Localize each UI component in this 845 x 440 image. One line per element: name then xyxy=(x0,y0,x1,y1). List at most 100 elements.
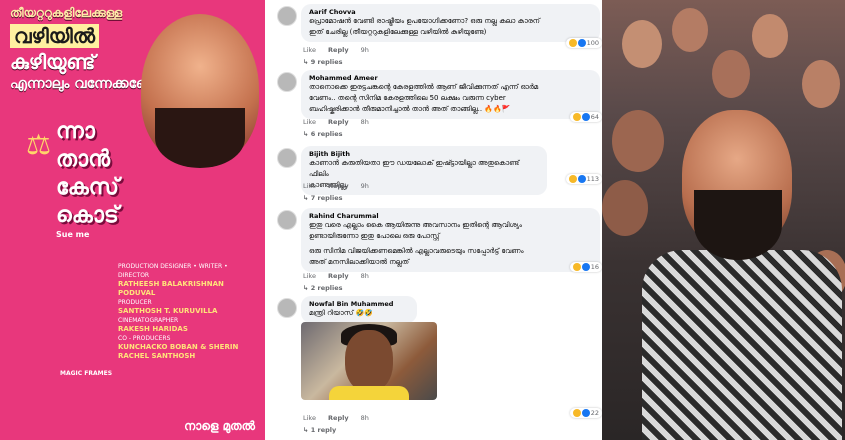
comment-text: ബഹിഷ്കരിക്കാൻ തീരുമാനിച്ചാൽ താൻ അത് താങ്… xyxy=(309,105,511,113)
view-replies-link[interactable]: ↳ 2 replies xyxy=(303,284,343,292)
avatar[interactable] xyxy=(277,210,297,230)
reaction-count[interactable]: 64 xyxy=(569,112,602,122)
timestamp[interactable]: 8h xyxy=(361,118,369,126)
credit-role: PRODUCER xyxy=(118,299,152,306)
like-button[interactable]: Like xyxy=(303,272,316,280)
haha-reaction-icon xyxy=(572,263,581,271)
reply-button[interactable]: Reply xyxy=(328,272,349,280)
comment-text: അത് മനസിലാക്കിയാൽ നല്ലത് xyxy=(309,258,410,266)
poster-tagline-2: വഴിയിൽ xyxy=(10,24,99,48)
title-line-3: കേസ് xyxy=(56,175,119,200)
reply-button[interactable]: Reply xyxy=(328,46,349,54)
movie-title: ന്നാ താൻ കേസ് കൊട് Sue me xyxy=(56,118,206,258)
credit-role: CINEMATOGRAPHER xyxy=(118,317,179,324)
haha-reaction-icon xyxy=(568,39,577,47)
crowd-face xyxy=(602,180,648,236)
selfie-photo xyxy=(602,0,845,440)
comment-text: മന്ത്രി റിയാസ് 🤣🤣 xyxy=(309,309,373,317)
comment-text: കാണാൻ കരുതിയതാ ഈ ഡയലോക് ഇഷ്ട്ടായില്ലാ അത… xyxy=(309,159,520,178)
comment-actions: Like Reply 9h xyxy=(303,46,379,54)
comment-bubble: Mohammed Ameer താനൊക്കെ ഇരട്ടചങ്കന്റെ കേ… xyxy=(301,70,600,119)
comment-text: ഇത് ചേരില്ല (തീയറ്ററുകളിലേക്കുള്ള വഴിയിൽ… xyxy=(309,28,487,36)
crowd-face xyxy=(612,110,664,172)
reaction-count[interactable]: 16 xyxy=(569,262,602,272)
title-line-1: ന്നാ xyxy=(56,119,95,144)
crowd-face xyxy=(712,50,750,98)
commenter-name[interactable]: Nowfal Bin Muhammed xyxy=(309,300,409,308)
credit-name: KUNCHACKO BOBAN & SHERIN RACHEL SANTHOSH xyxy=(118,343,239,360)
poster-tagline-4: എന്നാലും വന്നേക്കണേ xyxy=(10,76,155,92)
meme-gif[interactable] xyxy=(301,322,437,400)
crowd-face xyxy=(752,14,788,58)
avatar[interactable] xyxy=(277,6,297,26)
comment-actions: Like Reply 8h xyxy=(303,272,379,280)
crowd-face xyxy=(622,20,662,68)
credit-name: RAKESH HARIDAS xyxy=(118,325,188,333)
title-line-4: കൊട് xyxy=(56,203,119,228)
timestamp[interactable]: 9h xyxy=(361,182,369,190)
studio-logo: MAGIC FRAMES xyxy=(60,370,113,377)
reaction-count[interactable]: 113 xyxy=(565,174,602,184)
timestamp[interactable]: 8h xyxy=(361,272,369,280)
view-replies-link[interactable]: ↳ 1 reply xyxy=(303,426,336,434)
comment-actions: Like Reply 8h xyxy=(303,118,379,126)
credit-role: PRODUCTION DESIGNER • WRITER • DIRECTOR xyxy=(118,263,228,279)
reaction-count[interactable]: 100 xyxy=(565,38,602,48)
movie-poster: തീയറ്ററുകളിലേക്കുള്ള വഴിയിൽ കുഴിയുണ്ട് എ… xyxy=(0,0,265,440)
like-reaction-icon xyxy=(581,113,590,121)
credit-name: RATHEESH BALAKRISHNAN PODUVAL xyxy=(118,280,224,297)
facebook-comments-panel: Aarif Chovva പ്രൊമോഷൻ വേണ്ടി രാഷ്ട്രീയം … xyxy=(265,0,602,440)
reaction-count[interactable]: 22 xyxy=(569,408,602,418)
like-reaction-icon xyxy=(581,263,590,271)
commenter-name[interactable]: Rahind Charummal xyxy=(309,212,592,220)
like-button[interactable]: Like xyxy=(303,118,316,126)
view-replies-link[interactable]: ↳ 7 replies xyxy=(303,194,343,202)
like-reaction-icon xyxy=(581,409,590,417)
movie-subtitle: Sue me xyxy=(56,230,90,239)
commenter-name[interactable]: Bijith Bijith xyxy=(309,150,539,158)
comment-bubble: Aarif Chovva പ്രൊമോഷൻ വേണ്ടി രാഷ്ട്രീയം … xyxy=(301,4,600,42)
reply-button[interactable]: Reply xyxy=(328,414,349,422)
reply-button[interactable]: Reply xyxy=(328,118,349,126)
view-replies-link[interactable]: ↳ 6 replies xyxy=(303,130,343,138)
avatar[interactable] xyxy=(277,298,297,318)
comment-text: താനൊക്കെ ഇരട്ടചങ്കന്റെ കേരളത്തിൽ ആണ് ജീവ… xyxy=(309,83,539,91)
crowd-face xyxy=(672,8,708,52)
man-beard xyxy=(694,190,782,260)
commenter-name[interactable]: Mohammed Ameer xyxy=(309,74,592,82)
comment-text: പ്രൊമോഷൻ വേണ്ടി രാഷ്ട്രീയം ഉപയോഗിക്കണോ? … xyxy=(309,17,540,25)
poster-credits: PRODUCTION DESIGNER • WRITER • DIRECTOR … xyxy=(118,262,260,361)
comment-actions: Like Reply 9h xyxy=(303,182,379,190)
credit-role: CO - PRODUCERS xyxy=(118,335,171,342)
poster-tagline-1: തീയറ്ററുകളിലേക്കുള്ള xyxy=(10,6,123,20)
commenter-name[interactable]: Aarif Chovva xyxy=(309,8,592,16)
timestamp[interactable]: 8h xyxy=(361,414,369,422)
comment-bubble: Nowfal Bin Muhammed മന്ത്രി റിയാസ് 🤣🤣 xyxy=(301,296,417,323)
avatar[interactable] xyxy=(277,72,297,92)
comment-actions: Like Reply 8h xyxy=(303,414,379,422)
credit-name: SANTHOSH T. KURUVILLA xyxy=(118,307,218,315)
comment-text: വേണം.. തന്റെ സിനിമ കേരളത്തിലെ 50 ലക്ഷം വ… xyxy=(309,94,506,102)
like-button[interactable]: Like xyxy=(303,46,316,54)
avatar[interactable] xyxy=(277,148,297,168)
timestamp[interactable]: 9h xyxy=(361,46,369,54)
title-line-2: താൻ xyxy=(56,147,110,172)
like-button[interactable]: Like xyxy=(303,182,316,190)
poster-tagline-3: കുഴിയുണ്ട് xyxy=(10,50,96,74)
haha-reaction-icon xyxy=(572,113,581,121)
comment-text: ഇതു വരെ എല്ലാം കൈ ആയിരുന്നു അവസാനം ഇതിന്… xyxy=(309,221,522,229)
comment-bubble: Rahind Charummal ഇതു വരെ എല്ലാം കൈ ആയിരു… xyxy=(301,208,600,272)
man-shirt xyxy=(642,250,842,440)
view-replies-link[interactable]: ↳ 9 replies xyxy=(303,58,343,66)
crowd-face xyxy=(802,60,840,108)
haha-reaction-icon xyxy=(572,409,581,417)
comment-text: ഒരു സിനിമ വിജയിക്കണമെങ്കിൽ എല്ലാവരുടെയും… xyxy=(309,247,524,255)
release-text: നാളെ മുതൽ xyxy=(184,419,255,433)
reply-button[interactable]: Reply xyxy=(328,182,349,190)
haha-reaction-icon xyxy=(568,175,577,183)
scales-of-justice-icon: ⚖ xyxy=(26,128,52,161)
like-reaction-icon xyxy=(577,39,586,47)
like-reaction-icon xyxy=(577,175,586,183)
comment-text: ഉണ്ടായിരുന്നോ ഇതു പോലെ ഒരു പോസ്റ്റ് xyxy=(309,232,440,240)
like-button[interactable]: Like xyxy=(303,414,316,422)
